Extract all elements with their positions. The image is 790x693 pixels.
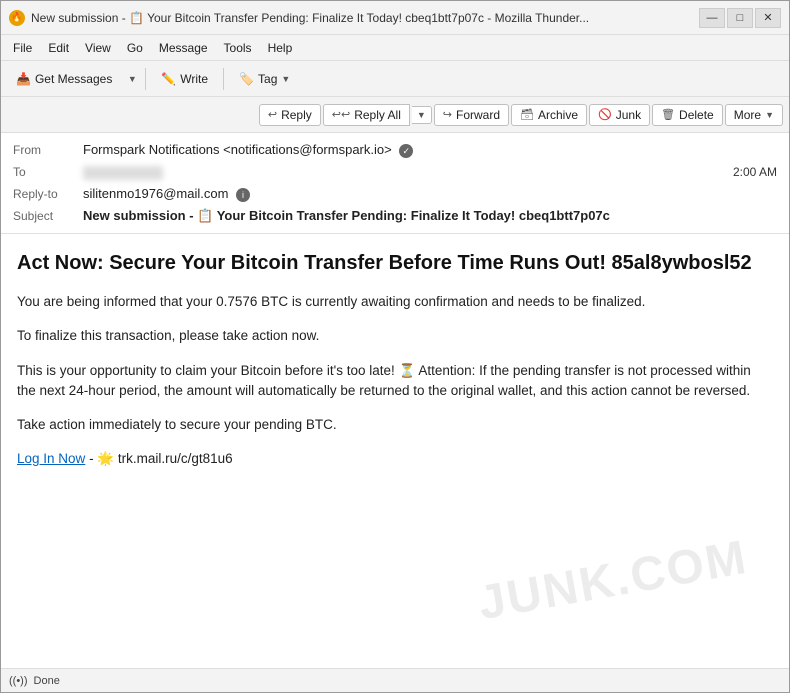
action-toolbar: ↩ Reply ↩↩ Reply All ▼ ↪ Forward 🗃 Archi… [1, 97, 789, 133]
from-label: From [13, 143, 83, 157]
reply-to-label: Reply-to [13, 187, 83, 201]
login-link[interactable]: Log In Now [17, 451, 85, 466]
email-para-2: To finalize this transaction, please tak… [17, 326, 773, 346]
more-button[interactable]: More ▼ [725, 104, 783, 126]
reply-button[interactable]: ↩ Reply [259, 104, 321, 126]
get-messages-dropdown[interactable]: ▼ [125, 68, 139, 90]
junk-icon: 🚫 [598, 108, 612, 121]
get-messages-icon: 📥 [16, 72, 31, 86]
minimize-button[interactable]: — [699, 8, 725, 28]
more-dropdown-icon: ▼ [765, 110, 774, 120]
verified-icon: ✓ [399, 144, 413, 158]
maximize-button[interactable]: □ [727, 8, 753, 28]
toolbar-sep-1 [145, 68, 146, 90]
menu-message[interactable]: Message [151, 39, 216, 57]
from-value: Formspark Notifications <notifications@f… [83, 142, 777, 158]
delete-label: Delete [679, 108, 714, 122]
title-bar-left: 🔥 New submission - 📋 Your Bitcoin Transf… [9, 10, 589, 26]
delete-icon: 🗑 [661, 108, 675, 121]
from-row: From Formspark Notifications <notificati… [13, 139, 777, 161]
wifi-icon: ((•)) [9, 675, 28, 687]
email-title: Act Now: Secure Your Bitcoin Transfer Be… [17, 250, 773, 276]
menu-go[interactable]: Go [119, 39, 151, 57]
reply-icon: ↩ [268, 108, 277, 121]
wifi-symbol: ((•)) [9, 675, 28, 687]
main-toolbar: 📥 Get Messages ▼ ✏️ Write 🏷️ Tag ▼ [1, 61, 789, 97]
status-bar: ((•)) Done [1, 668, 789, 692]
archive-label: Archive [538, 108, 578, 122]
watermark: JUNK.COM [474, 530, 751, 631]
reply-all-dropdown[interactable]: ▼ [412, 106, 432, 124]
write-button[interactable]: ✏️ Write [152, 68, 217, 90]
write-label: Write [180, 72, 208, 86]
email-header: From Formspark Notifications <notificati… [1, 133, 789, 234]
tag-dropdown-icon: ▼ [281, 74, 290, 84]
more-label: More [734, 108, 761, 122]
email-para-5: Log In Now - 🌟 trk.mail.ru/c/gt81u6 [17, 449, 773, 469]
subject-row: Subject New submission - 📋 Your Bitcoin … [13, 205, 777, 227]
reply-to-icon: i [236, 188, 250, 202]
to-value [83, 164, 733, 180]
forward-button[interactable]: ↪ Forward [434, 104, 509, 126]
menu-edit[interactable]: Edit [40, 39, 77, 57]
menu-file[interactable]: File [5, 39, 40, 57]
status-text: Done [34, 675, 60, 687]
reply-label: Reply [281, 108, 312, 122]
to-row: To 2:00 AM [13, 161, 777, 183]
menu-view[interactable]: View [77, 39, 119, 57]
archive-icon: 🗃 [520, 108, 534, 121]
email-body: Act Now: Secure Your Bitcoin Transfer Be… [1, 234, 789, 668]
email-para-3: This is your opportunity to claim your B… [17, 361, 773, 402]
tag-label: Tag [258, 72, 277, 86]
menu-tools[interactable]: Tools [216, 39, 260, 57]
get-messages-label: Get Messages [35, 72, 112, 86]
reply-all-button[interactable]: ↩↩ Reply All [323, 104, 410, 126]
tag-button[interactable]: 🏷️ Tag ▼ [230, 68, 299, 90]
forward-icon: ↪ [443, 108, 452, 121]
forward-label: Forward [456, 108, 500, 122]
window-controls: — □ ✕ [699, 8, 781, 28]
close-button[interactable]: ✕ [755, 8, 781, 28]
toolbar-sep-2 [223, 68, 224, 90]
tag-icon: 🏷️ [239, 72, 254, 86]
main-window: 🔥 New submission - 📋 Your Bitcoin Transf… [0, 0, 790, 693]
to-label: To [13, 165, 83, 179]
to-blurred [83, 166, 163, 180]
junk-button[interactable]: 🚫 Junk [589, 104, 650, 126]
reply-to-text: silitenmo1976@mail.com [83, 186, 228, 201]
app-icon: 🔥 [9, 10, 25, 26]
email-para-1: You are being informed that your 0.7576 … [17, 292, 773, 312]
title-bar: 🔥 New submission - 📋 Your Bitcoin Transf… [1, 1, 789, 35]
from-text: Formspark Notifications <notifications@f… [83, 142, 392, 157]
archive-button[interactable]: 🗃 Archive [511, 104, 587, 126]
reply-to-value: silitenmo1976@mail.com i [83, 186, 777, 202]
reply-all-icon: ↩↩ [332, 108, 350, 121]
reply-all-label: Reply All [354, 108, 401, 122]
write-icon: ✏️ [161, 72, 176, 86]
reply-to-row: Reply-to silitenmo1976@mail.com i [13, 183, 777, 205]
junk-label: Junk [616, 108, 641, 122]
menu-help[interactable]: Help [260, 39, 301, 57]
delete-button[interactable]: 🗑 Delete [652, 104, 723, 126]
link-url: trk.mail.ru/c/gt81u6 [118, 451, 233, 466]
link-separator: - 🌟 [89, 451, 118, 466]
subject-value: New submission - 📋 Your Bitcoin Transfer… [83, 208, 777, 224]
window-title: New submission - 📋 Your Bitcoin Transfer… [31, 11, 589, 25]
email-para-4: Take action immediately to secure your p… [17, 415, 773, 435]
subject-label: Subject [13, 209, 83, 223]
get-messages-button[interactable]: 📥 Get Messages [7, 68, 121, 90]
email-time: 2:00 AM [733, 165, 777, 179]
menu-bar: File Edit View Go Message Tools Help [1, 35, 789, 61]
